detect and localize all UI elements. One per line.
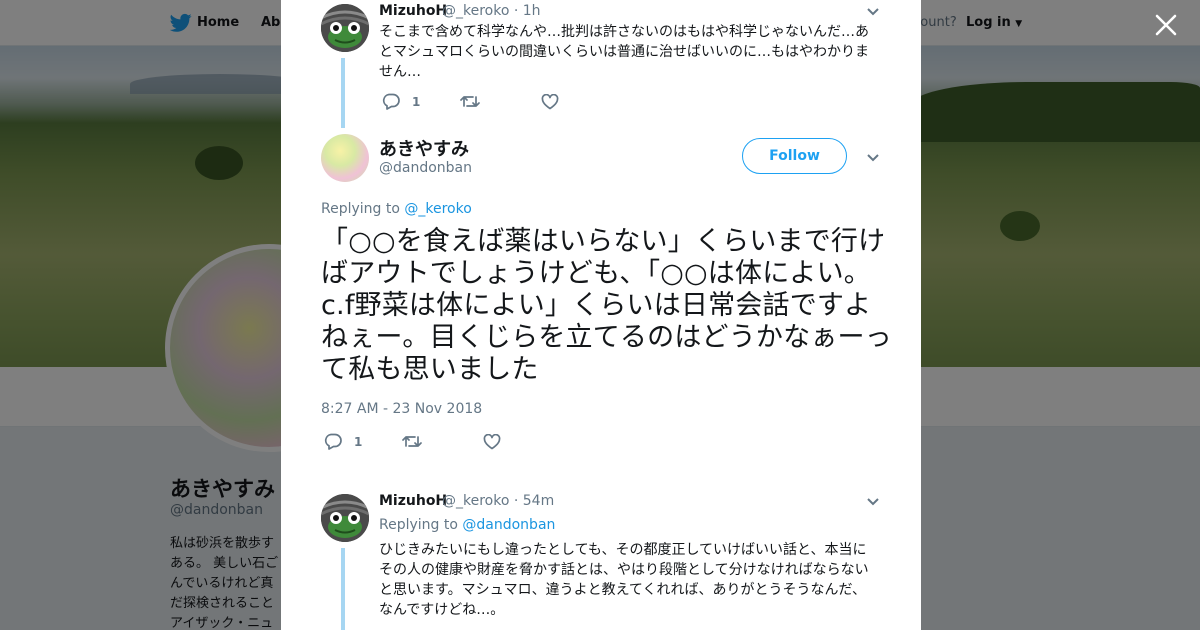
frog-avatar-icon (321, 4, 369, 52)
tweet-text: 「○○を食えば薬はいらない」くらいまで行けばアウトでしょうけども、「○○は体によ… (321, 226, 892, 385)
replying-prefix: Replying to (379, 517, 458, 533)
thread-connector (341, 58, 345, 128)
retweet-button[interactable] (402, 434, 422, 449)
tweet-author-handle[interactable]: @dandonban (379, 160, 472, 176)
tweet-meta: @_keroko · 54m (442, 493, 554, 509)
tweet-text: そこまで含めて科学なんや…批判は許さないのはもはや科学じゃないんだ…あとマシュマ… (379, 24, 869, 80)
replying-prefix: Replying to (321, 201, 400, 217)
replying-to: Replying to @_keroko (321, 201, 472, 217)
tweet-avatar[interactable] (321, 494, 369, 542)
tweet-author-name[interactable]: MizuhoH (379, 3, 447, 19)
chevron-down-icon[interactable] (866, 497, 880, 507)
retweet-icon (402, 436, 422, 447)
reply-button[interactable]: 1 (382, 93, 420, 110)
tweet-text: ひじきみたいにもし違ったとしても、その都度正していけばいい話と、本当にその人の健… (379, 542, 869, 618)
like-icon (541, 94, 559, 110)
tweet-modal: MizuhoH @_keroko · 1h そこまで含めて科学なんや…批判は許さ… (281, 0, 921, 630)
tweet-timestamp[interactable]: 8:27 AM - 23 Nov 2018 (321, 401, 482, 417)
tweet-avatar[interactable] (321, 4, 369, 52)
tweet-author-handle[interactable]: @_keroko (442, 3, 509, 19)
chevron-down-icon[interactable] (866, 7, 880, 17)
tweet-avatar[interactable] (321, 134, 369, 182)
retweet-button[interactable] (460, 94, 480, 109)
chevron-down-icon[interactable] (866, 153, 880, 163)
close-icon[interactable] (1153, 12, 1179, 38)
replying-to-link[interactable]: @_keroko (404, 201, 471, 217)
reply-button[interactable]: 1 (324, 433, 362, 450)
tweet-author-handle[interactable]: @_keroko (442, 493, 509, 509)
tweet-author-name[interactable]: MizuhoH (379, 493, 447, 509)
follow-button[interactable]: Follow (742, 138, 847, 174)
tweet-author-name[interactable]: あきやすみ (379, 135, 469, 161)
reply-icon (382, 93, 400, 110)
like-button[interactable] (541, 94, 559, 110)
replying-to-link[interactable]: @dandonban (462, 517, 555, 533)
thread-connector (341, 548, 345, 630)
reply-icon (324, 433, 342, 450)
reply-count: 1 (412, 94, 421, 109)
retweet-icon (460, 96, 480, 107)
tweet-meta: @_keroko · 1h (442, 3, 541, 19)
like-icon (483, 434, 501, 450)
tweet-time[interactable]: · 1h (514, 3, 541, 19)
reply-count: 1 (354, 434, 363, 449)
replying-to: Replying to @dandonban (379, 517, 555, 533)
tweet-time[interactable]: · 54m (514, 493, 554, 509)
like-button[interactable] (483, 434, 501, 450)
frog-avatar-icon (321, 494, 369, 542)
